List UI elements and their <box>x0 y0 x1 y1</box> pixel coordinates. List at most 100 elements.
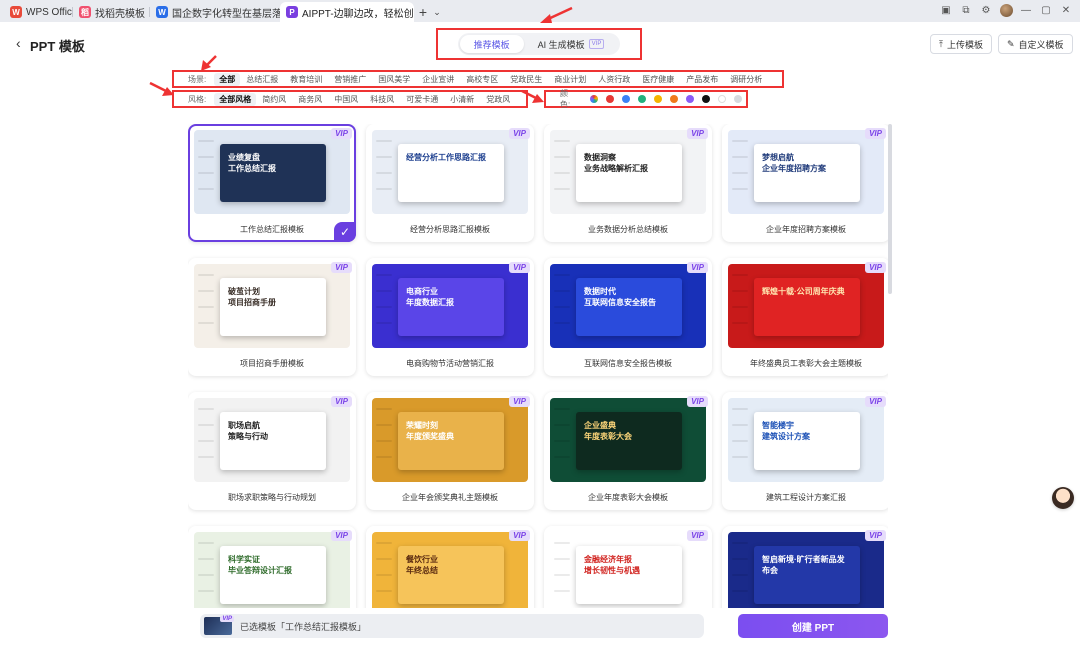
scene-filter-item[interactable]: 国风美学 <box>372 74 416 85</box>
style-filter-row: 风格: 全部风格 简约风 商务风 中国风 科技风 可爱卡通 小清新 党政风 <box>172 90 528 108</box>
scene-filter-item[interactable]: 商业计划 <box>548 74 592 85</box>
scene-filter-item[interactable]: 人资行政 <box>592 74 636 85</box>
custom-template-button[interactable]: ✎ 自定义模板 <box>998 34 1073 54</box>
template-card[interactable]: 金融经济年报 增长韧性与机遇 VIP <box>544 526 712 608</box>
slide-decoration <box>732 558 748 560</box>
style-filter-item[interactable]: 党政风 <box>480 94 516 105</box>
all-colors-swatch[interactable] <box>590 95 599 103</box>
scene-filter-item[interactable]: 产品发布 <box>680 74 724 85</box>
style-filter-item[interactable]: 中国风 <box>328 94 364 105</box>
template-card[interactable]: 业绩复盘 工作总结汇报 VIP 工作总结汇报模板 ✓ <box>188 124 356 242</box>
template-card[interactable]: 数据洞察 业务战略解析汇报 VIP 业务数据分析总结模板 <box>544 124 712 242</box>
slide-decoration <box>554 140 570 142</box>
style-filter-item[interactable]: 全部风格 <box>214 92 257 106</box>
color-swatch[interactable] <box>670 95 679 103</box>
template-name: 企业年度招聘方案模板 <box>766 224 846 234</box>
template-card[interactable]: 企业盛典 年度表彰大会 VIP 企业年度表彰大会模板 <box>544 392 712 510</box>
template-card[interactable]: 智启新境·旷行者新品发布会 VIP <box>722 526 888 608</box>
slide-preview: 企业盛典 年度表彰大会 <box>576 412 682 470</box>
skin-icon[interactable]: ▣ <box>938 2 954 18</box>
color-swatch[interactable] <box>702 95 711 103</box>
user-avatar[interactable] <box>998 2 1014 18</box>
back-arrow-icon[interactable]: ‹ <box>16 35 21 51</box>
template-card[interactable]: 破茧计划 项目招商手册 VIP 项目招商手册模板 <box>188 258 356 376</box>
color-swatch[interactable] <box>734 95 743 103</box>
style-filter-item[interactable]: 可爱卡通 <box>400 94 444 105</box>
window-close-icon[interactable]: ✕ <box>1058 2 1074 18</box>
assistant-avatar[interactable] <box>1052 487 1074 509</box>
tab-wps-office[interactable]: W WPS Office <box>4 2 72 22</box>
color-swatch[interactable] <box>718 95 727 103</box>
template-card[interactable]: 餐饮行业 年终总结 VIP <box>366 526 534 608</box>
slide-preview: 电商行业 年度数据汇报 <box>398 278 504 336</box>
slide-decoration <box>732 140 748 142</box>
color-swatch[interactable] <box>638 95 647 103</box>
slide-decoration <box>198 306 214 308</box>
template-card[interactable]: 荣耀时刻 年度颁奖盛典 VIP 企业年会颁奖典礼主题模板 <box>366 392 534 510</box>
tab-recommended-templates[interactable]: 推荐模板 <box>459 35 524 53</box>
tab-docer[interactable]: 稻 找稻壳模板 <box>73 2 149 22</box>
settings-gear-icon[interactable]: ⚙ <box>978 2 994 18</box>
scene-filter-item[interactable]: 党政民生 <box>504 74 548 85</box>
style-filter-item[interactable]: 小清新 <box>444 94 480 105</box>
scene-filter-item[interactable]: 调研分析 <box>724 74 768 85</box>
slide-preview: 业绩复盘 工作总结汇报 <box>220 144 326 202</box>
template-card[interactable]: 电商行业 年度数据汇报 VIP 电商购物节活动营销汇报 <box>366 258 534 376</box>
scene-filter-item[interactable]: 全部 <box>214 72 241 86</box>
style-filter-item[interactable]: 商务风 <box>292 94 328 105</box>
scrollbar[interactable] <box>888 124 892 294</box>
minimize-icon[interactable]: — <box>1018 2 1034 18</box>
vip-badge: VIP <box>865 262 886 273</box>
template-thumbnail: 破茧计划 项目招商手册 <box>194 264 350 348</box>
tab-label: 国企数字化转型在基层落地难点与对 <box>172 8 280 20</box>
color-filter-row: 颜色: <box>544 89 748 109</box>
color-swatch[interactable] <box>686 95 695 103</box>
upload-template-button[interactable]: ⤒ 上传模板 <box>930 34 992 54</box>
template-thumbnail: 科学实证 毕业答辩设计汇报 <box>194 532 350 608</box>
template-card[interactable]: 辉煌十载·公司周年庆典 VIP 年终盛典员工表彰大会主题模板 <box>722 258 888 376</box>
scene-filter-item[interactable]: 总结汇报 <box>240 74 284 85</box>
color-swatch[interactable] <box>654 95 663 103</box>
template-card[interactable]: 数据时代 互联网信息安全报告 VIP 互联网信息安全报告模板 <box>544 258 712 376</box>
template-thumbnail: 辉煌十载·公司周年庆典 <box>728 264 884 348</box>
template-card[interactable]: 经营分析工作思路汇报 VIP 经营分析思路汇报模板 <box>366 124 534 242</box>
template-card[interactable]: 智能楼宇 建筑设计方案 VIP 建筑工程设计方案汇报 <box>722 392 888 510</box>
scene-filter-item[interactable]: 营销推广 <box>328 74 372 85</box>
scene-filter-item[interactable]: 高校专区 <box>460 74 504 85</box>
template-card[interactable]: 梦想启航 企业年度招聘方案 VIP 企业年度招聘方案模板 <box>722 124 888 242</box>
slide-decoration <box>554 188 570 190</box>
color-swatch[interactable] <box>606 95 615 103</box>
aippt-icon: P <box>286 6 298 18</box>
style-label: 风格: <box>188 94 207 104</box>
selected-template-thumbnail: VIP <box>204 616 234 635</box>
template-thumbnail: 荣耀时刻 年度颁奖盛典 <box>372 398 528 482</box>
slide-decoration <box>376 456 392 458</box>
slide-decoration <box>198 408 214 410</box>
template-thumbnail: 企业盛典 年度表彰大会 <box>550 398 706 482</box>
create-ppt-button[interactable]: 创建 PPT <box>738 614 888 638</box>
template-name: 企业年度表彰大会模板 <box>588 492 668 502</box>
scene-filter-item[interactable]: 企业宣讲 <box>416 74 460 85</box>
window-layout-icon[interactable]: ⧉ <box>958 2 974 18</box>
new-tab-button[interactable]: + <box>414 2 432 22</box>
upload-icon: ⤒ <box>939 38 943 49</box>
scene-filter-item[interactable]: 医疗健康 <box>636 74 680 85</box>
template-card[interactable]: 科学实证 毕业答辩设计汇报 VIP <box>188 526 356 608</box>
slide-preview: 荣耀时刻 年度颁奖盛典 <box>398 412 504 470</box>
vip-badge: VIP <box>687 396 708 407</box>
scene-filter-item[interactable]: 教育培训 <box>284 74 328 85</box>
vip-badge: VIP <box>509 128 530 139</box>
tab-ai-generated-templates[interactable]: AI 生成模板 VIP <box>524 35 619 53</box>
check-icon: ✓ <box>334 222 356 242</box>
maximize-icon[interactable]: ▢ <box>1038 2 1054 18</box>
slide-decoration <box>732 188 748 190</box>
template-card[interactable]: 职场启航 策略与行动 VIP 职场求职策略与行动规划 <box>188 392 356 510</box>
color-swatch[interactable] <box>622 95 631 103</box>
tab-word-document[interactable]: W 国企数字化转型在基层落地难点与对 <box>150 2 280 22</box>
tab-aippt[interactable]: P AIPPT-边聊边改，轻松创作 ✕ <box>280 2 414 22</box>
style-filter-item[interactable]: 科技风 <box>364 94 400 105</box>
tab-list-chevron-icon[interactable]: ⌄ <box>432 2 442 22</box>
slide-decoration <box>198 558 214 560</box>
slide-decoration <box>376 290 392 292</box>
style-filter-item[interactable]: 简约风 <box>256 94 292 105</box>
